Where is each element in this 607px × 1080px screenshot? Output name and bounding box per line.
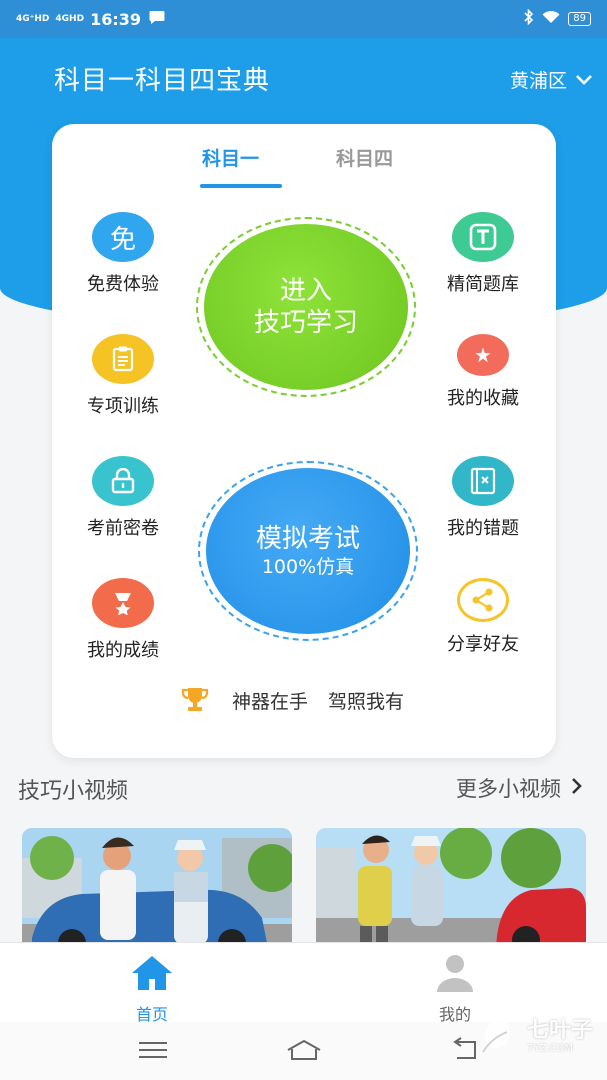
enter-study-button[interactable]: 进入 技巧学习 — [196, 217, 416, 397]
main-card: 科目一 科目四 免 免费体验 专项训练 考前密卷 我的成绩 精简题库 ★ 我的收… — [52, 124, 556, 758]
my-scores-button[interactable]: 我的成绩 — [68, 578, 178, 662]
video-thumbnail-1[interactable] — [22, 828, 292, 948]
feature-label: 我的收藏 — [447, 388, 519, 409]
signal-indicator-1: 4G⁺HD — [16, 14, 50, 24]
clock: 16:39 — [90, 9, 141, 29]
star-icon: ★ — [457, 334, 509, 376]
wrong-questions-button[interactable]: 我的错题 — [428, 456, 538, 540]
message-icon — [149, 10, 165, 28]
watermark: 七叶子 7YZ.COM — [475, 1012, 593, 1060]
slogan-part-2: 驾照我有 — [328, 690, 405, 713]
pre-exam-paper-button[interactable]: 考前密卷 — [68, 456, 178, 540]
video-thumbnail-illustration — [22, 828, 292, 948]
lock-icon — [92, 456, 154, 506]
more-videos-link[interactable]: 更多小视频 — [456, 773, 583, 803]
video-thumbnail-illustration — [316, 828, 586, 948]
mock-exam-button[interactable]: 模拟考试 100%仿真 — [198, 461, 418, 641]
my-favorites-button[interactable]: ★ 我的收藏 — [428, 334, 538, 410]
video-section-title: 技巧小视频 — [18, 779, 129, 804]
feature-label: 考前密卷 — [87, 518, 159, 539]
bluetooth-icon — [524, 8, 534, 29]
wrong-book-icon — [452, 456, 514, 506]
user-icon — [437, 955, 473, 992]
free-icon: 免 — [92, 212, 154, 262]
page-title: 科目一科目四宝典 — [54, 66, 271, 96]
feature-label: 分享好友 — [447, 634, 519, 655]
watermark-subtext: 7YZ.COM — [526, 1042, 573, 1054]
feature-label: 我的成绩 — [87, 640, 159, 661]
clipboard-icon — [92, 334, 154, 384]
special-training-button[interactable]: 专项训练 — [68, 334, 178, 418]
district-label: 黄浦区 — [509, 70, 567, 92]
feature-label: 精简题库 — [447, 274, 519, 295]
active-tab-indicator — [200, 184, 282, 188]
dashed-ring — [196, 217, 416, 397]
signal-indicator-2: 4GHD — [55, 14, 85, 24]
feature-label: 免费体验 — [87, 274, 159, 295]
battery-icon: 89 — [568, 12, 591, 26]
video-thumbnail-2[interactable] — [316, 828, 586, 948]
status-bar: 4G⁺HD 4GHD 16:39 89 — [0, 0, 607, 38]
feature-label: 专项训练 — [87, 396, 159, 417]
dashed-ring — [198, 461, 418, 641]
chevron-down-icon — [575, 69, 593, 91]
medal-icon — [92, 578, 154, 628]
tab-subject-four[interactable]: 科目四 — [336, 144, 393, 171]
watermark-text: 七叶子 — [526, 1017, 593, 1043]
slogan: 神器在手 驾照我有 — [178, 686, 404, 714]
wifi-icon — [542, 10, 560, 28]
tab-home[interactable]: 首页 — [107, 953, 197, 1025]
more-videos-label: 更多小视频 — [456, 777, 561, 801]
share-icon — [457, 578, 509, 622]
question-bank-icon — [452, 212, 514, 262]
home-icon — [132, 956, 172, 990]
leaf-logo-icon — [482, 1016, 510, 1053]
menu-icon[interactable] — [133, 1036, 173, 1064]
share-friends-button[interactable]: 分享好友 — [428, 578, 538, 656]
free-trial-button[interactable]: 免 免费体验 — [68, 212, 178, 296]
chevron-right-icon — [571, 776, 583, 800]
trophy-icon — [178, 686, 212, 714]
question-bank-button[interactable]: 精简题库 — [428, 212, 538, 296]
home-nav-icon[interactable] — [284, 1036, 324, 1064]
district-selector[interactable]: 黄浦区 — [510, 66, 593, 93]
tab-subject-one[interactable]: 科目一 — [202, 144, 259, 171]
feature-label: 我的错题 — [447, 518, 519, 539]
bottom-tab-bar: 首页 我的 — [0, 942, 607, 1025]
slogan-part-1: 神器在手 — [232, 690, 309, 713]
